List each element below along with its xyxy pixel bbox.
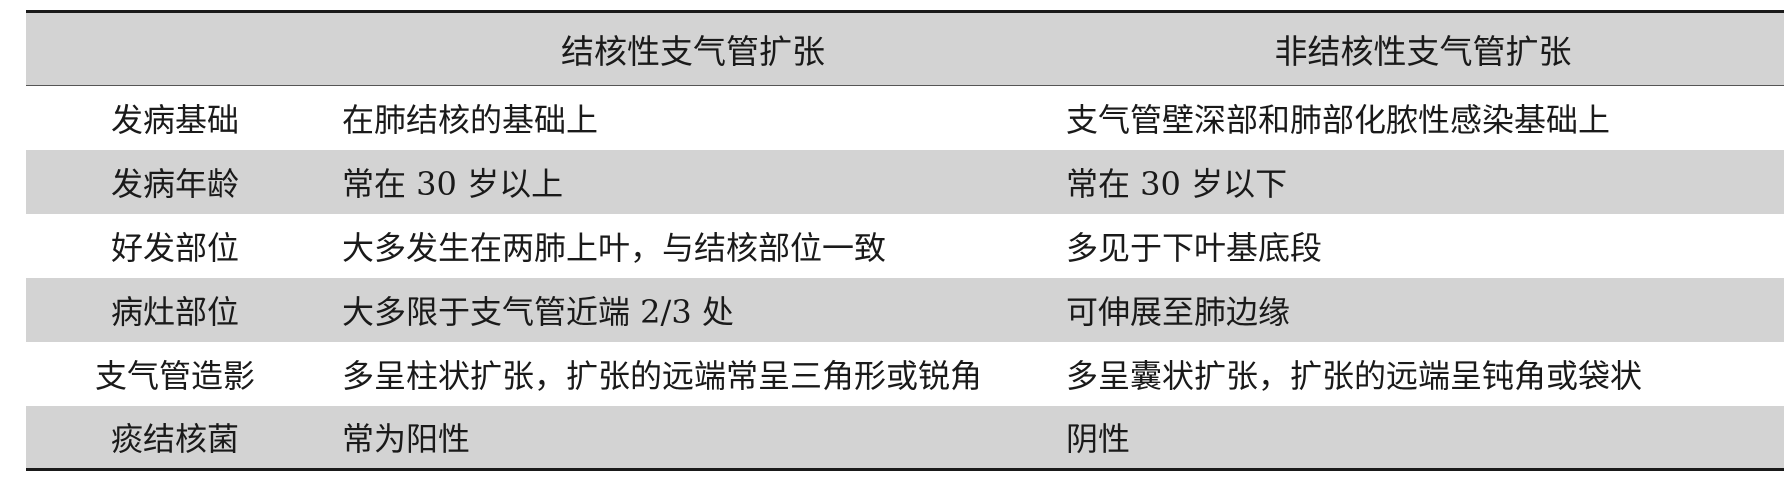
row-label: 支气管造影 [94,356,255,395]
tb-cell: 常在 30 岁以上 [342,164,564,203]
tb-cell: 大多发生在两肺上叶，与结核部位一致 [342,228,887,267]
header-tb-bronchiectasis: 结核性支气管扩张 [561,32,825,71]
table-row: 发病年龄 常在 30 岁以上 常在 30 岁以下 [26,149,1784,214]
tb-cell: 多呈柱状扩张，扩张的远端常呈三角形或锐角 [342,356,983,395]
row-label: 好发部位 [110,228,239,267]
table-row: 病灶部位 大多限于支气管近端 2/3 处 可伸展至肺边缘 [26,277,1784,342]
non-tb-cell: 可伸展至肺边缘 [1066,292,1291,331]
table-row: 痰结核菌 常为阳性 阴性 [26,405,1784,470]
non-tb-cell: 多呈囊状扩张，扩张的远端呈钝角或袋状 [1066,356,1643,395]
tb-cell: 在肺结核的基础上 [342,100,599,139]
row-label: 痰结核菌 [110,419,239,458]
non-tb-cell: 多见于下叶基底段 [1066,228,1323,267]
non-tb-cell: 常在 30 岁以下 [1066,164,1288,203]
header-corner [26,12,324,86]
row-label: 病灶部位 [110,292,239,331]
table-row: 好发部位 大多发生在两肺上叶，与结核部位一致 多见于下叶基底段 [26,214,1784,278]
comparison-table-container: 结核性支气管扩张 非结核性支气管扩张 发病基础 在肺结核的基础上 支气管壁深部和… [26,10,1784,471]
table-header-row: 结核性支气管扩张 非结核性支气管扩张 [26,11,1784,86]
table-row: 支气管造影 多呈柱状扩张，扩张的远端常呈三角形或锐角 多呈囊状扩张，扩张的远端呈… [26,342,1784,406]
tb-cell: 常为阳性 [342,419,471,458]
tb-cell: 大多限于支气管近端 2/3 处 [342,292,734,331]
non-tb-cell: 支气管壁深部和肺部化脓性感染基础上 [1066,100,1611,139]
row-label: 发病基础 [110,100,239,139]
comparison-table: 结核性支气管扩张 非结核性支气管扩张 发病基础 在肺结核的基础上 支气管壁深部和… [26,10,1784,471]
non-tb-cell: 阴性 [1066,419,1131,458]
table-row: 发病基础 在肺结核的基础上 支气管壁深部和肺部化脓性感染基础上 [26,86,1784,150]
header-non-tb-bronchiectasis: 非结核性支气管扩张 [1274,32,1572,71]
row-label: 发病年龄 [110,164,239,203]
